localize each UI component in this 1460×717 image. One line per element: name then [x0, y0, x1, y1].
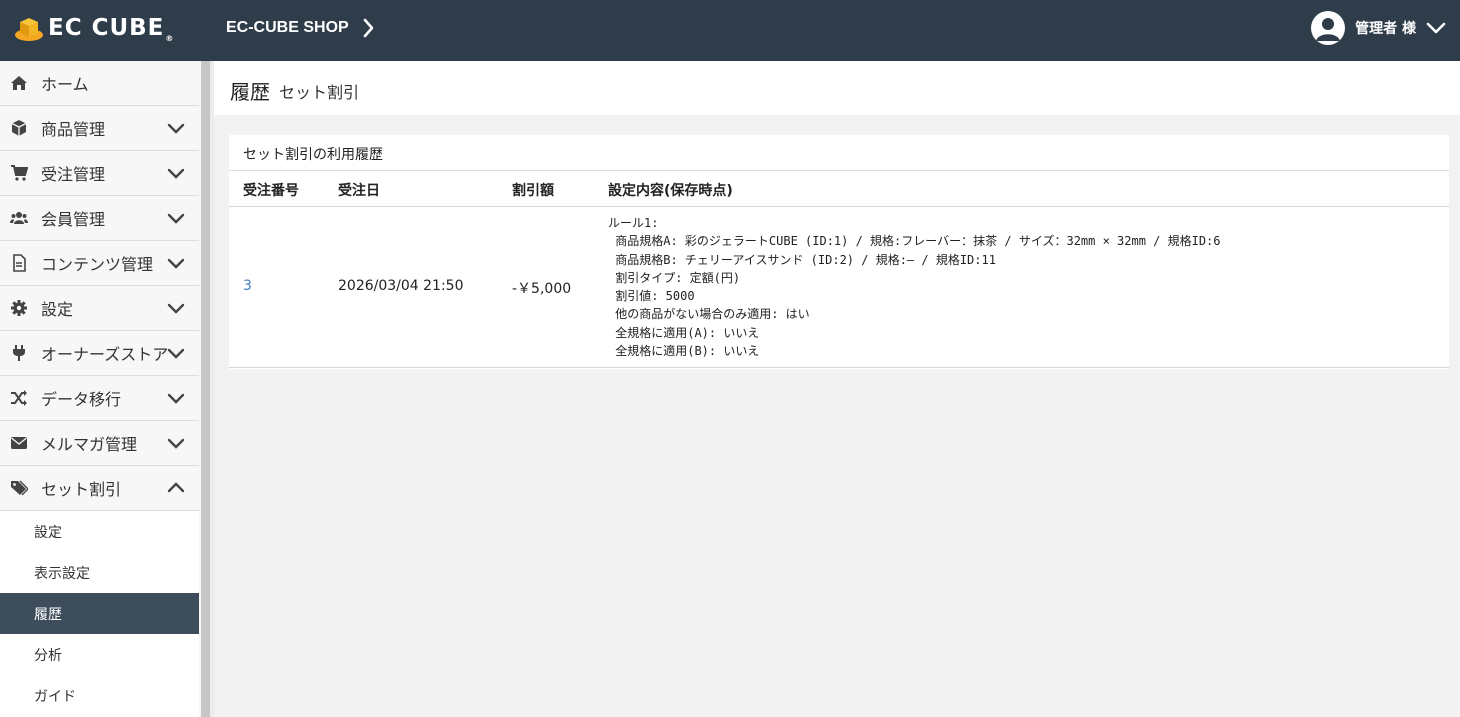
- page-header: 履歴 セット割引: [214, 61, 1460, 115]
- column-header-settings: 設定内容(保存時点): [608, 183, 733, 199]
- gear-icon: [11, 300, 27, 316]
- chevron-down-icon: [167, 348, 185, 359]
- sidebar-item-label: データ移行: [41, 390, 122, 409]
- sidebar-item-home[interactable]: ホーム: [0, 61, 199, 106]
- chevron-down-icon: [1426, 22, 1446, 34]
- page-subtitle: セット割引: [279, 83, 360, 102]
- sidebar-subitem-label: 分析: [34, 647, 62, 664]
- card-header: セット割引の利用履歴: [229, 135, 1449, 171]
- chevron-down-icon: [167, 213, 185, 224]
- users-icon: [10, 212, 28, 224]
- user-name: 管理者 様: [1355, 21, 1416, 37]
- column-header-order-date: 受注日: [338, 183, 380, 199]
- sidebar-item-label: メルマガ管理: [41, 435, 138, 454]
- chevron-down-icon: [167, 303, 185, 314]
- chevron-down-icon: [167, 438, 185, 449]
- sidebar-item-contents[interactable]: コンテンツ管理: [0, 241, 199, 286]
- sidebar-subitem-label: 表示設定: [34, 565, 90, 582]
- sidebar-item-label: 商品管理: [41, 120, 106, 139]
- sidebar-item-label: オーナーズストア: [41, 345, 169, 364]
- tags-icon: [11, 480, 28, 496]
- chevron-up-icon: [167, 482, 185, 493]
- sidebar-item-products[interactable]: 商品管理: [0, 106, 199, 151]
- avatar-icon: [1311, 11, 1346, 45]
- order-number-link[interactable]: 3: [243, 278, 252, 294]
- sidebar-item-orders[interactable]: 受注管理: [0, 151, 199, 196]
- user-menu[interactable]: 管理者 様: [1311, 11, 1446, 45]
- sidebar-subitem-label: ガイド: [34, 688, 76, 705]
- sidebar-item-settings[interactable]: 設定: [0, 286, 199, 331]
- card-title: セット割引の利用履歴: [243, 147, 383, 163]
- sidebar-subitem-history[interactable]: 履歴: [0, 593, 199, 634]
- sidebar-item-label: コンテンツ管理: [41, 255, 154, 274]
- logo-text: EC CUBE®: [48, 15, 175, 43]
- sidebar-subitem-guide[interactable]: ガイド: [0, 675, 199, 716]
- mail-icon: [11, 437, 27, 449]
- sidebar-item-label: 受注管理: [41, 165, 106, 184]
- sidebar-item-mail-magazine[interactable]: メルマガ管理: [0, 421, 199, 466]
- sidebar-item-label: ホーム: [41, 75, 89, 94]
- chevron-down-icon: [167, 123, 185, 134]
- content-divider: [210, 61, 214, 717]
- sidebar-item-owners-store[interactable]: オーナーズストア: [0, 331, 199, 376]
- order-date: 2026/03/04 21:50: [338, 278, 464, 294]
- shop-name-link[interactable]: EC-CUBE SHOP: [226, 19, 349, 37]
- sidebar-subitem-display-settings[interactable]: 表示設定: [0, 552, 199, 593]
- chevron-down-icon: [167, 393, 185, 404]
- home-icon: [11, 76, 27, 90]
- sidebar-subitem-label: 設定: [34, 524, 62, 541]
- sidebar-subitem-label: 履歴: [34, 606, 62, 623]
- history-card: セット割引の利用履歴 受注番号 受注日 割引額 設定内容(保存時点) 3 202…: [229, 135, 1449, 369]
- shuffle-icon: [11, 390, 27, 406]
- sidebar-subitem-settings[interactable]: 設定: [0, 511, 199, 552]
- chevron-down-icon: [167, 168, 185, 179]
- sidebar-subitem-analysis[interactable]: 分析: [0, 634, 199, 675]
- plug-icon: [13, 345, 25, 361]
- chevron-right-icon[interactable]: [362, 17, 376, 39]
- discount-amount: -￥5,000: [512, 281, 572, 297]
- table-row: 3 2026/03/04 21:50 -￥5,000 ルール1: 商品規格A: …: [229, 207, 1449, 368]
- chevron-down-icon: [167, 258, 185, 269]
- box-icon: [11, 120, 27, 136]
- top-header: EC CUBE® EC-CUBE SHOP 管理者 様: [0, 0, 1460, 61]
- column-header-discount: 割引額: [512, 183, 554, 199]
- sidebar-scrollbar[interactable]: [201, 61, 210, 717]
- logo-cube-icon: [15, 18, 43, 41]
- sidebar-item-label: 設定: [41, 300, 74, 319]
- sidebar: ホーム 商品管理 受注管理 会員管理 コンテンツ管理 設定 オーナーズストア デ…: [0, 61, 199, 717]
- settings-detail: ルール1: 商品規格A: 彩のジェラートCUBE (ID:1) / 規格:フレー…: [608, 216, 1221, 359]
- column-header-order-no: 受注番号: [243, 183, 299, 199]
- table-header: 受注番号 受注日 割引額 設定内容(保存時点): [229, 171, 1449, 207]
- sidebar-item-data-migration[interactable]: データ移行: [0, 376, 199, 421]
- cart-icon: [11, 165, 28, 181]
- sidebar-item-set-discount[interactable]: セット割引: [0, 466, 199, 511]
- sidebar-item-label: 会員管理: [41, 210, 106, 229]
- page-title: 履歴: [230, 80, 270, 104]
- sidebar-item-members[interactable]: 会員管理: [0, 196, 199, 241]
- ec-cube-logo[interactable]: EC CUBE®: [14, 14, 174, 44]
- file-icon: [13, 254, 26, 272]
- sidebar-item-label: セット割引: [41, 480, 122, 499]
